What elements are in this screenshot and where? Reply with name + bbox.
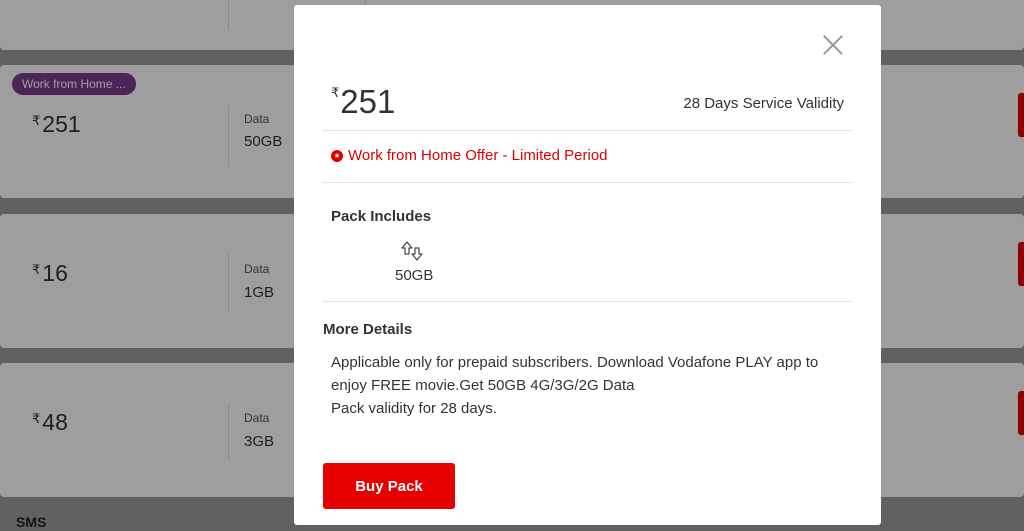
modal-price-value: 251 <box>340 83 396 120</box>
more-details-title: More Details <box>323 321 413 338</box>
service-validity: 28 Days Service Validity <box>683 95 844 112</box>
divider <box>322 301 853 302</box>
modal-price: ₹251 <box>331 83 395 121</box>
data-transfer-icon <box>401 241 423 261</box>
divider <box>322 130 853 131</box>
close-icon[interactable] <box>820 33 846 59</box>
more-details-line: Pack validity for 28 days. <box>331 400 497 417</box>
more-details-text: Applicable only for prepaid subscribers.… <box>331 351 831 420</box>
more-details-line: enjoy FREE movie.Get 50GB 4G/3G/2G Data <box>331 377 635 394</box>
pack-details-modal: ₹251 28 Days Service Validity Work from … <box>294 5 881 525</box>
divider <box>322 182 853 183</box>
pack-data-amount: 50GB <box>395 267 434 284</box>
offer-line: Work from Home Offer - Limited Period <box>331 147 608 164</box>
page: ₹251 Data 50GB Work from Home ... ₹16 Da… <box>0 0 1024 531</box>
currency-symbol: ₹ <box>331 85 340 100</box>
more-details-line: Applicable only for prepaid subscribers.… <box>331 354 819 371</box>
offer-text: Work from Home Offer - Limited Period <box>348 147 608 164</box>
offer-badge-icon <box>331 149 343 162</box>
pack-includes-title: Pack Includes <box>331 208 432 225</box>
buy-pack-button[interactable]: Buy Pack <box>323 463 455 509</box>
